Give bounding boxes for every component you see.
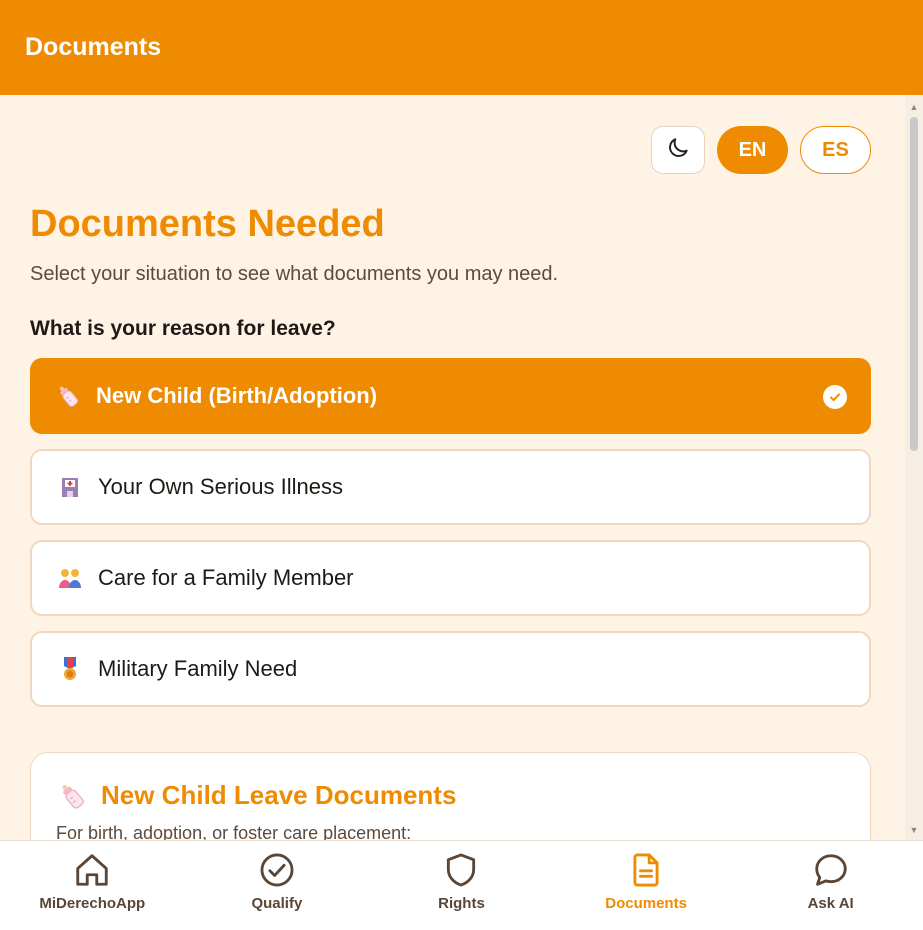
check-icon bbox=[823, 385, 847, 409]
documents-card: New Child Leave Documents For birth, ado… bbox=[30, 752, 871, 840]
card-title-text: New Child Leave Documents bbox=[101, 780, 457, 810]
nav-label: MiDerechoApp bbox=[39, 895, 146, 912]
moon-icon bbox=[665, 135, 691, 166]
nav-item-documents[interactable]: Documents bbox=[554, 841, 739, 930]
language-en-button[interactable]: EN bbox=[717, 126, 788, 174]
nav-item-qualify[interactable]: Qualify bbox=[185, 841, 370, 930]
option-label: New Child (Birth/Adoption) bbox=[96, 383, 378, 408]
card-description: For birth, adoption, or foster care plac… bbox=[56, 823, 412, 840]
option-new-child[interactable]: New Child (Birth/Adoption) bbox=[30, 358, 871, 434]
header-title: Documents bbox=[25, 33, 162, 61]
option-label: Care for a Family Member bbox=[98, 565, 354, 590]
family-icon bbox=[56, 564, 84, 592]
nav-item-home[interactable]: MiDerechoApp bbox=[0, 841, 185, 930]
option-family-member[interactable]: Care for a Family Member bbox=[30, 540, 871, 616]
vertical-scrollbar[interactable]: ▲ ▼ bbox=[905, 95, 923, 840]
scroll-thumb[interactable] bbox=[910, 117, 918, 451]
nav-label: Qualify bbox=[251, 895, 303, 912]
scroll-up-arrow-icon[interactable]: ▲ bbox=[909, 101, 919, 113]
leave-reason-question: What is your reason for leave? bbox=[30, 317, 336, 340]
option-own-illness[interactable]: Your Own Serious Illness bbox=[30, 449, 871, 525]
bottom-navigation: MiDerechoApp Qualify Rights Documents As… bbox=[0, 840, 923, 930]
main-content[interactable]: EN ES Documents Needed Select your situa… bbox=[0, 95, 905, 840]
nav-item-ask-ai[interactable]: Ask AI bbox=[738, 841, 923, 930]
nav-label: Rights bbox=[438, 895, 485, 912]
card-title: New Child Leave Documents bbox=[57, 780, 456, 811]
nav-item-rights[interactable]: Rights bbox=[369, 841, 554, 930]
nav-label: Documents bbox=[605, 895, 687, 912]
scroll-down-arrow-icon[interactable]: ▼ bbox=[909, 824, 919, 836]
page-title: Documents Needed bbox=[30, 203, 385, 245]
check-circle-icon bbox=[260, 853, 294, 887]
baby-bottle-icon bbox=[57, 781, 87, 811]
option-label: Your Own Serious Illness bbox=[98, 474, 343, 499]
page-subtitle: Select your situation to see what docume… bbox=[30, 263, 559, 285]
home-icon bbox=[76, 854, 108, 886]
nav-label: Ask AI bbox=[807, 895, 854, 912]
document-icon bbox=[633, 853, 659, 887]
theme-toggle-button[interactable] bbox=[651, 126, 705, 174]
app-header: Documents bbox=[0, 0, 923, 95]
option-label: Military Family Need bbox=[98, 656, 298, 681]
military-medal-icon bbox=[56, 655, 84, 683]
hospital-icon bbox=[56, 473, 84, 501]
language-es-button[interactable]: ES bbox=[800, 126, 871, 174]
shield-icon bbox=[447, 853, 476, 887]
chat-bubble-icon bbox=[814, 854, 847, 886]
option-military-family[interactable]: Military Family Need bbox=[30, 631, 871, 707]
baby-bottle-icon bbox=[54, 382, 82, 410]
settings-toggles: EN ES bbox=[651, 126, 871, 174]
